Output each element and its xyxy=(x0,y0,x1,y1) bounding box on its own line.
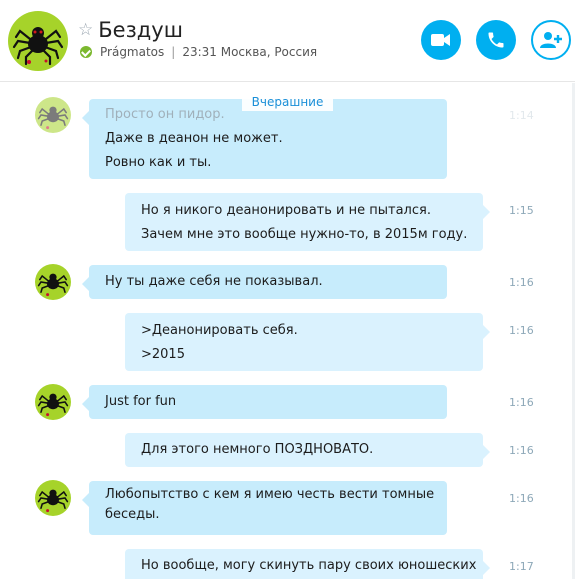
sender-avatar[interactable] xyxy=(35,480,71,516)
spider-icon xyxy=(37,489,69,513)
contact-status-row: Prágmatos | 23:31 Москва, Россия xyxy=(80,45,317,59)
status-location-time: 23:31 Москва, Россия xyxy=(182,45,318,59)
message-text: >Деанонировать себя. xyxy=(141,323,298,338)
message-time: 1:16 xyxy=(509,492,534,505)
message-bubble-incoming[interactable]: Just for fun xyxy=(82,385,447,419)
message-time: 1:15 xyxy=(509,204,534,217)
date-divider-label: Вчерашние xyxy=(241,93,334,111)
message-time: 1:16 xyxy=(509,324,534,337)
message-bubble-outgoing[interactable]: Но вообще, могу скинуть пару своих юноше… xyxy=(125,549,490,579)
message-text: Just for fun xyxy=(105,394,177,409)
spider-icon xyxy=(37,393,69,417)
message-text: Но вообще, могу скинуть пару своих юноше… xyxy=(141,558,477,573)
contact-title-row: ☆ Бездуш xyxy=(78,18,183,42)
message-text: Для этого немного ПОЗДНОВАТО. xyxy=(141,442,374,457)
add-person-icon xyxy=(540,32,562,48)
message-bubble-incoming[interactable]: Просто он пидор. Даже в деанон не может.… xyxy=(82,99,447,179)
message-bubble-outgoing[interactable]: Но я никого деанонировать и не пытался. … xyxy=(125,193,490,251)
message-bubble-outgoing[interactable]: >Деанонировать себя. >2015 xyxy=(125,313,490,371)
contact-avatar[interactable] xyxy=(8,11,68,71)
message-bubble-incoming[interactable]: Любопытство с кем я имею честь вести том… xyxy=(82,481,447,535)
spider-icon xyxy=(37,273,69,297)
message-text: Ну ты даже себя не показывал. xyxy=(105,274,323,289)
video-call-button[interactable] xyxy=(421,20,461,60)
conversation-header: ☆ Бездуш Prágmatos | 23:31 Москва, Росси… xyxy=(0,0,575,82)
status-separator: | xyxy=(171,45,176,59)
message-text: >2015 xyxy=(141,347,185,362)
sender-avatar[interactable] xyxy=(35,264,71,300)
message-text: Ровно как и ты. xyxy=(105,155,212,170)
audio-call-button[interactable] xyxy=(476,20,516,60)
favorite-star-icon[interactable]: ☆ xyxy=(78,21,93,39)
status-user: Prágmatos xyxy=(100,45,165,59)
message-text: беседы. xyxy=(105,507,160,522)
contact-name[interactable]: Бездуш xyxy=(98,18,183,42)
message-bubble-incoming[interactable]: Ну ты даже себя не показывал. xyxy=(82,265,447,299)
message-time: 1:16 xyxy=(509,444,534,457)
phone-icon xyxy=(488,32,504,48)
message-time: 1:14 xyxy=(509,109,534,122)
date-divider: Вчерашние xyxy=(0,93,575,111)
message-time: 1:16 xyxy=(509,276,534,289)
online-status-icon xyxy=(80,46,92,58)
message-text: Зачем мне это вообще нужно-то, в 2015м г… xyxy=(141,227,468,242)
spider-icon xyxy=(12,27,64,66)
add-participant-button[interactable] xyxy=(531,20,571,60)
sender-avatar[interactable] xyxy=(35,384,71,420)
message-text: Даже в деанон не может. xyxy=(105,131,283,146)
message-text: Любопытство с кем я имею честь вести том… xyxy=(105,487,435,502)
message-list[interactable]: Просто он пидор. Даже в деанон не может.… xyxy=(0,83,575,579)
message-time: 1:17 xyxy=(509,560,534,573)
message-text: Но я никого деанонировать и не пытался. xyxy=(141,203,431,218)
video-camera-icon xyxy=(431,34,450,46)
message-bubble-outgoing[interactable]: Для этого немного ПОЗДНОВАТО. xyxy=(125,433,490,467)
message-time: 1:16 xyxy=(509,396,534,409)
